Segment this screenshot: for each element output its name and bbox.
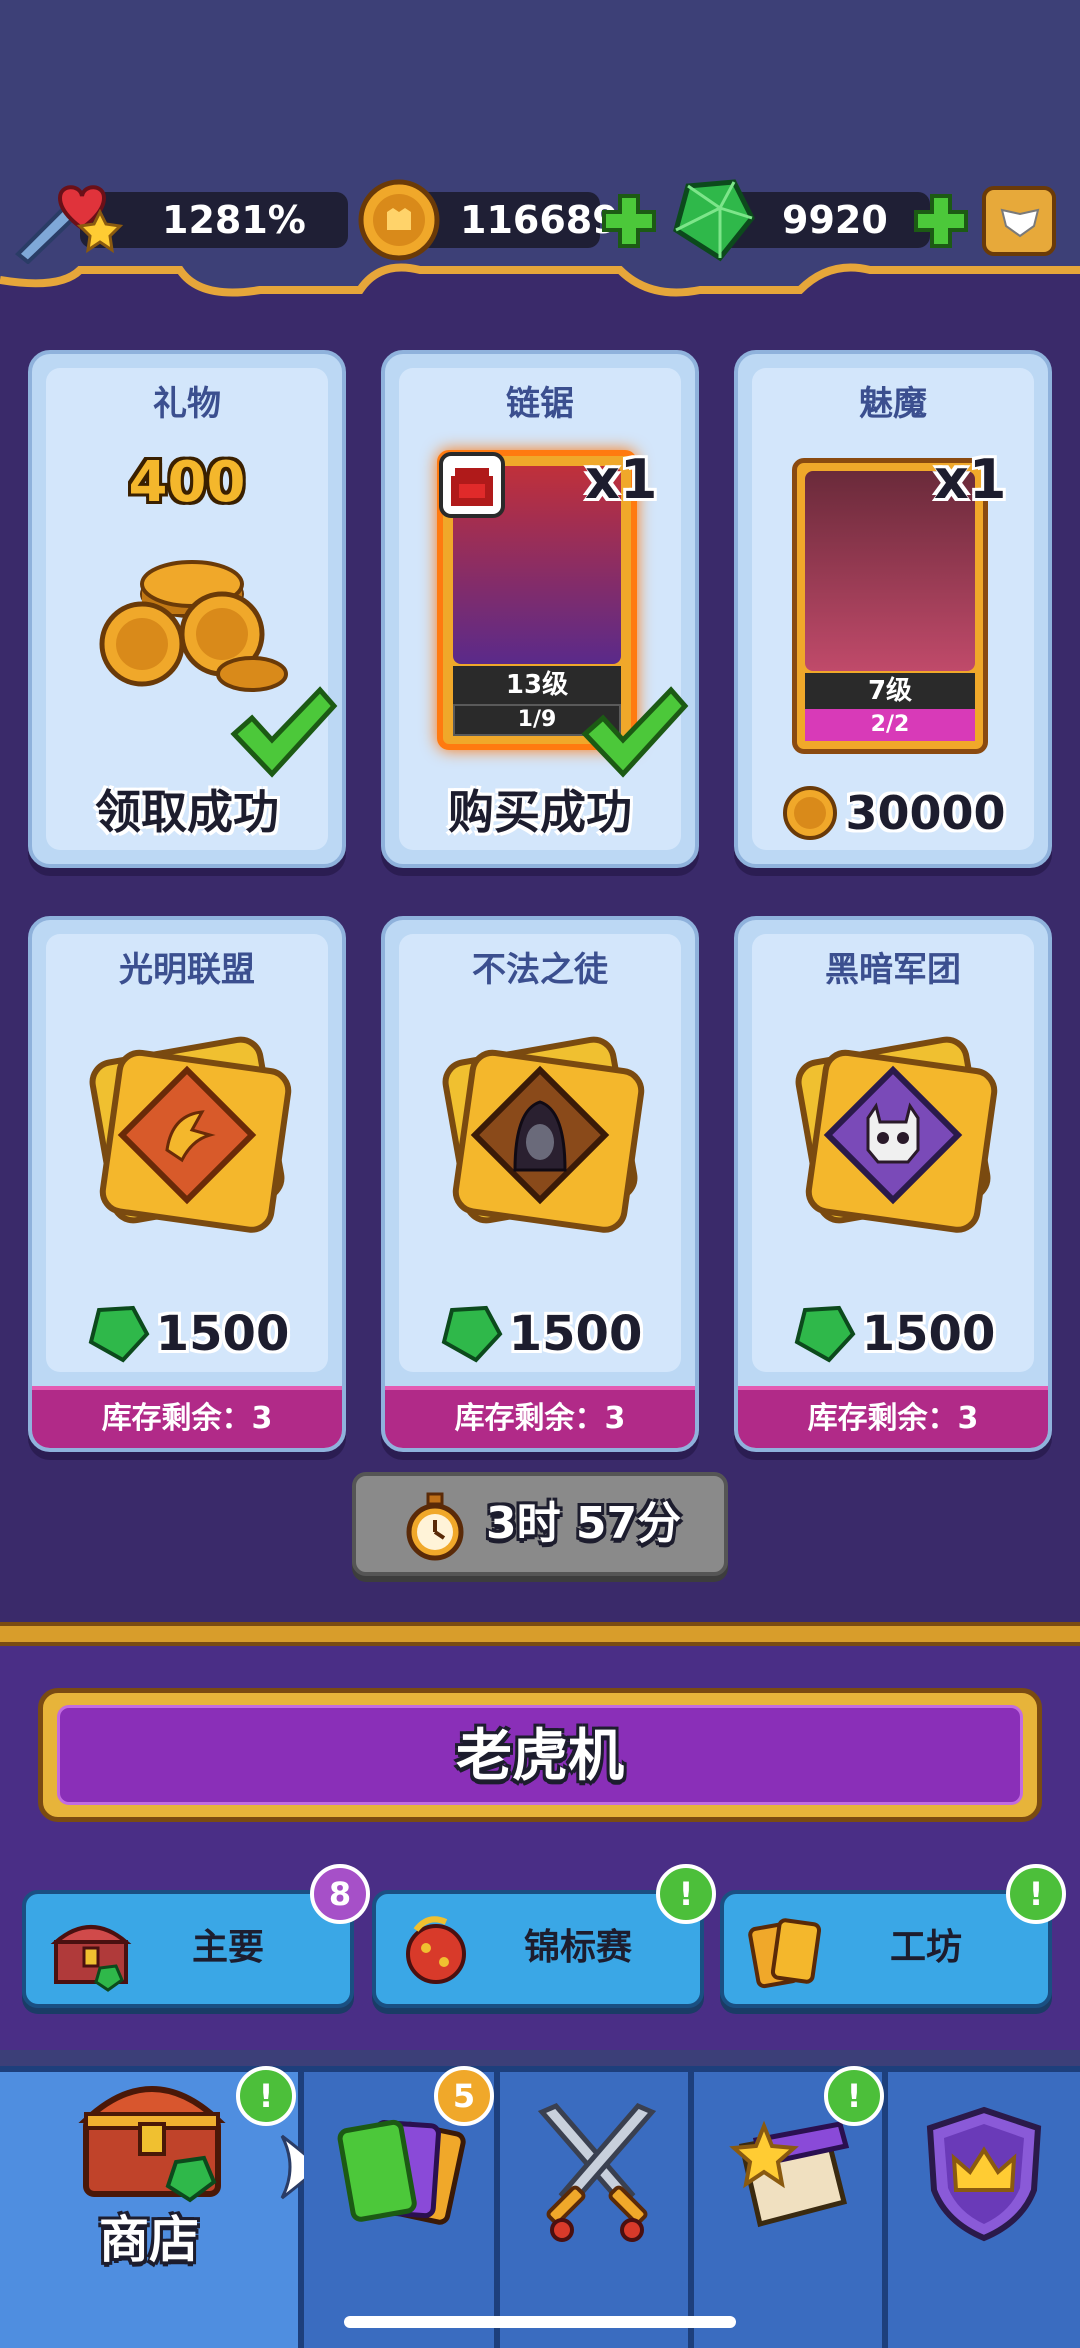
alliance-title: 光明联盟 xyxy=(119,950,255,990)
outlaws-price-value: 1500 xyxy=(508,1306,643,1362)
succubus-price[interactable]: 30000 xyxy=(738,784,1048,842)
alliance-price-value: 1500 xyxy=(155,1306,290,1362)
home-indicator[interactable] xyxy=(344,2316,736,2328)
dark-legion-price-value: 1500 xyxy=(861,1306,996,1362)
nav-shop-label: 商店 xyxy=(99,2211,199,2269)
fist-icon xyxy=(439,452,505,518)
chest-icon xyxy=(50,1925,132,1992)
star-book-icon xyxy=(729,2120,850,2228)
gem-icon xyxy=(88,1305,150,1363)
chainsaw-count: x1 xyxy=(585,448,658,511)
add-coins-icon[interactable] xyxy=(600,192,658,250)
tab-workshop[interactable]: 工坊 ! xyxy=(720,1864,1066,2008)
dark-legion-pack-card[interactable]: 黑暗军团 1500 库存剩余：3 xyxy=(734,916,1052,1452)
outlaws-price[interactable]: 1500 xyxy=(385,1304,695,1364)
chainsaw-status: 购买成功 xyxy=(448,785,632,839)
outlaws-stock: 库存剩余：3 xyxy=(385,1386,695,1448)
boxing-glove-icon xyxy=(406,1916,466,1984)
skull-emblem-icon xyxy=(795,1036,998,1233)
cards-deck-icon xyxy=(337,2119,466,2225)
chainsaw-offer-card[interactable]: 链锯 13级 1/9 x1 购买成功 xyxy=(381,350,699,868)
alliance-pack-card[interactable]: 光明联盟 1500 库存剩余：3 xyxy=(28,916,346,1452)
nav-shop-badge: ! xyxy=(236,2066,296,2126)
tab-tournament-badge: ! xyxy=(656,1864,716,1924)
chainsaw-title: 链锯 xyxy=(506,384,574,424)
cards-icon xyxy=(748,1918,822,1989)
nav-shop[interactable]: 商店 ! xyxy=(0,2066,304,2348)
dark-legion-price[interactable]: 1500 xyxy=(738,1304,1048,1364)
succubus-progress: 2/2 xyxy=(805,709,975,741)
succubus-count: x1 xyxy=(934,448,1007,511)
refresh-timer: 3时 57分 xyxy=(352,1472,728,1576)
crown-shield-icon xyxy=(926,2106,1042,2242)
dark-legion-title: 黑暗军团 xyxy=(825,950,961,990)
eagle-emblem-icon xyxy=(89,1036,292,1233)
menu-button[interactable] xyxy=(982,186,1056,256)
outlaws-pack-card[interactable]: 不法之徒 1500 库存剩余：3 xyxy=(381,916,699,1452)
nav-heroes[interactable]: ! xyxy=(694,2066,888,2348)
tab-main-badge: 8 xyxy=(310,1864,370,1924)
succubus-offer-card[interactable]: 魅魔 7级 2/2 x1 30000 xyxy=(734,350,1052,868)
nav-battle[interactable] xyxy=(500,2072,694,2348)
nav-cards[interactable]: 5 xyxy=(304,2066,500,2348)
gift-amount: 400 xyxy=(128,450,246,515)
gem-value: 9920 xyxy=(782,198,888,242)
checkmark-icon xyxy=(230,686,338,778)
nav-clan[interactable] xyxy=(888,2072,1080,2348)
alliance-price[interactable]: 1500 xyxy=(32,1304,342,1364)
nav-heroes-badge: ! xyxy=(824,2066,884,2126)
stopwatch-icon xyxy=(406,1492,464,1561)
gem-icon xyxy=(794,1305,856,1363)
gift-status: 领取成功 xyxy=(95,785,279,839)
dark-legion-stock: 库存剩余：3 xyxy=(738,1386,1048,1448)
gold-divider xyxy=(0,1622,1080,1646)
chevron-down-icon xyxy=(1000,208,1040,238)
succubus-title: 魅魔 xyxy=(859,384,927,424)
gem-icon xyxy=(441,1305,503,1363)
slot-machine-label: 老虎机 xyxy=(456,1724,624,1789)
tab-tournament[interactable]: 锦标赛 ! xyxy=(372,1864,716,2008)
bottom-navigation: 商店 ! 5 ! xyxy=(0,2066,1080,2348)
coin-pile-icon xyxy=(99,560,288,692)
tab-workshop-badge: ! xyxy=(1006,1864,1066,1924)
add-gems-icon[interactable] xyxy=(912,192,970,250)
hooded-emblem-icon xyxy=(442,1036,645,1233)
treasure-chest-icon xyxy=(78,2086,226,2203)
power-value: 1281% xyxy=(162,198,306,242)
succubus-level: 7级 xyxy=(805,673,975,709)
shop-panel: 礼物 400 领取成功 链锯 13级 1/9 x1 购买成功 魅魔 7级 2/2… xyxy=(0,300,1080,1630)
succubus-price-value: 30000 xyxy=(845,786,1006,840)
crossed-swords-icon xyxy=(537,2102,657,2242)
alliance-stock: 库存剩余：3 xyxy=(32,1386,342,1448)
outlaws-title: 不法之徒 xyxy=(472,950,608,990)
coin-value: 116689 xyxy=(460,198,619,242)
gift-title: 礼物 xyxy=(153,384,221,424)
resource-hud: 1281% 116689 9920 xyxy=(0,179,1080,264)
coin-icon xyxy=(783,786,838,840)
gift-offer-card[interactable]: 礼物 400 领取成功 xyxy=(28,350,346,868)
slot-machine-button[interactable]: 老虎机 xyxy=(38,1688,1042,1822)
tab-main[interactable]: 主要 8 xyxy=(22,1864,370,2008)
checkmark-icon xyxy=(581,686,689,778)
nav-cards-badge: 5 xyxy=(434,2066,494,2126)
slot-machine-inner: 老虎机 xyxy=(57,1705,1023,1805)
timer-value: 3时 57分 xyxy=(486,1498,682,1549)
